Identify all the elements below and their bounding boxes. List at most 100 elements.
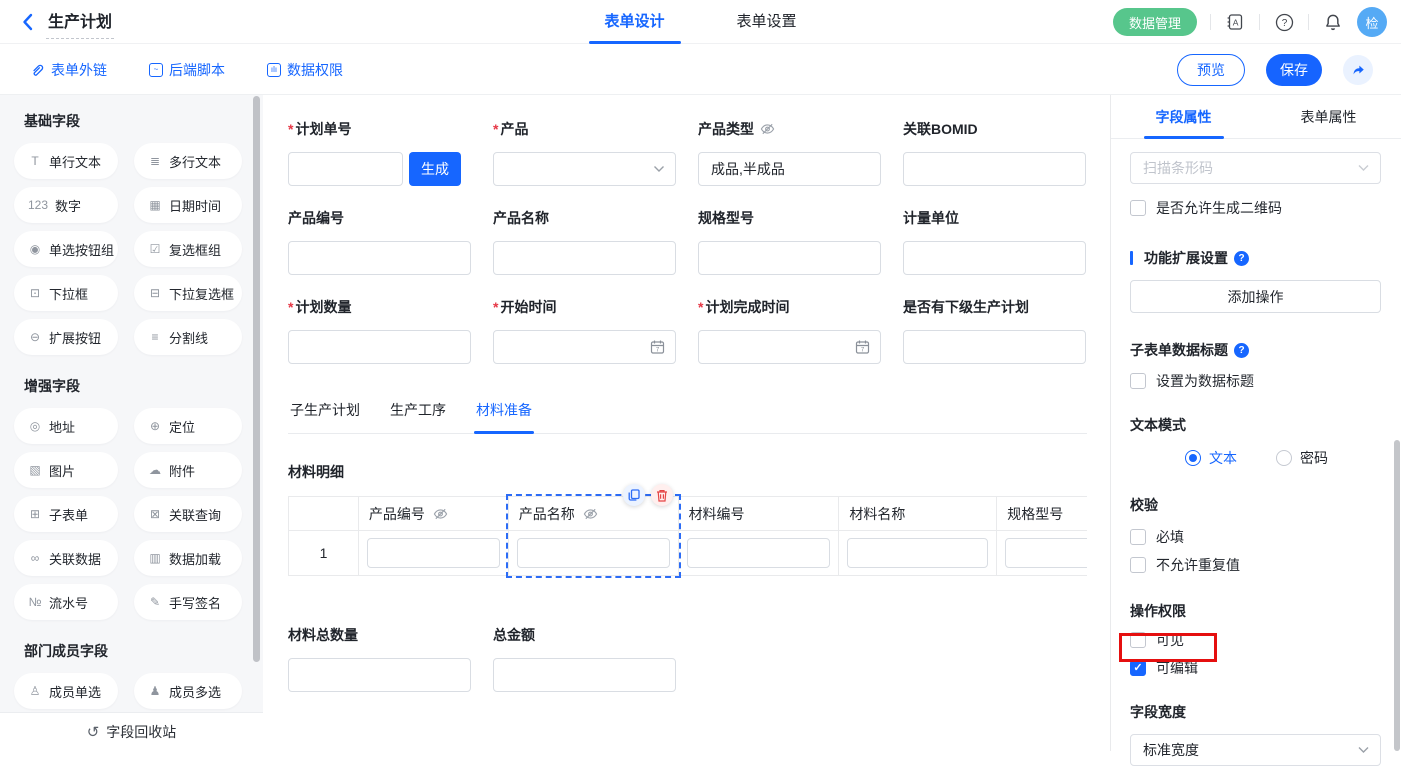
sidebar-item[interactable]: ⊞子表单 <box>14 496 118 532</box>
form-field[interactable]: 关联BOMID <box>903 121 1086 186</box>
tab-form-settings[interactable]: 表单设置 <box>731 0 803 44</box>
copy-column-button[interactable] <box>623 484 645 506</box>
form-field[interactable]: *计划完成时间7 <box>698 299 881 364</box>
tab-form-properties[interactable]: 表单属性 <box>1256 95 1401 138</box>
cell-input[interactable] <box>847 538 988 568</box>
form-field[interactable]: *开始时间7 <box>493 299 676 364</box>
cell-input[interactable] <box>1005 538 1087 568</box>
delete-column-button[interactable] <box>651 484 673 506</box>
form-field[interactable]: 材料总数量 <box>288 627 471 692</box>
cell-input[interactable] <box>687 538 831 568</box>
subform-column[interactable]: 产品编号 <box>358 497 508 575</box>
field-input[interactable] <box>903 241 1086 275</box>
sidebar-item[interactable]: ✎手写签名 <box>134 584 242 620</box>
field-input[interactable] <box>288 241 471 275</box>
user-avatar[interactable]: 检 <box>1357 7 1387 37</box>
visible-checkbox[interactable] <box>1130 632 1146 648</box>
form-field[interactable]: 计量单位 <box>903 210 1086 275</box>
sidebar-item[interactable]: ⊟下拉复选框 <box>134 275 242 311</box>
sidebar-item[interactable]: ♙成员单选 <box>14 673 118 709</box>
form-field[interactable]: 产品编号 <box>288 210 471 275</box>
back-button[interactable] <box>16 11 38 33</box>
help-circle-icon[interactable]: ? <box>1234 343 1249 358</box>
form-field[interactable]: *计划数量 <box>288 299 471 364</box>
qr-checkbox[interactable] <box>1130 200 1146 216</box>
sidebar-item[interactable]: ⊡下拉框 <box>14 275 118 311</box>
data-permission-link[interactable]: ılı 数据权限 <box>267 60 343 80</box>
subform-tab[interactable]: 生产工序 <box>388 396 448 433</box>
sidebar-item[interactable]: ⊠关联查询 <box>134 496 242 532</box>
field-input[interactable] <box>288 658 471 692</box>
add-action-button[interactable]: 添加操作 <box>1130 280 1381 313</box>
contacts-book-icon[interactable]: A <box>1224 11 1246 33</box>
sidebar-item[interactable]: ♟成员多选 <box>134 673 242 709</box>
sidebar-item[interactable]: ≣多行文本 <box>134 143 242 179</box>
required-checkbox[interactable] <box>1130 529 1146 545</box>
field-input[interactable] <box>903 330 1086 364</box>
save-button[interactable]: 保存 <box>1266 54 1322 86</box>
subform-column-selected[interactable]: 产品名称 <box>508 497 678 575</box>
field-input[interactable] <box>493 330 676 364</box>
sidebar-item[interactable]: ⊖扩展按钮 <box>14 319 118 355</box>
cell-input[interactable] <box>367 538 500 568</box>
field-input[interactable] <box>288 152 403 186</box>
subform-tab[interactable]: 子生产计划 <box>288 396 362 433</box>
sidebar-item[interactable]: ▥数据加载 <box>134 540 242 576</box>
sidebar-item[interactable]: 123数字 <box>14 187 118 223</box>
field-input[interactable] <box>493 241 676 275</box>
form-external-link[interactable]: 表单外链 <box>30 60 107 80</box>
field-width-select[interactable]: 标准宽度 <box>1130 734 1381 766</box>
field-select[interactable] <box>493 152 676 186</box>
form-field[interactable]: *产品 <box>493 121 676 186</box>
form-field[interactable]: 产品名称 <box>493 210 676 275</box>
sidebar-item[interactable]: ⊕定位 <box>134 408 242 444</box>
sidebar-item[interactable]: ▦日期时间 <box>134 187 242 223</box>
field-input[interactable] <box>698 330 881 364</box>
sidebar-scrollbar[interactable] <box>253 96 260 662</box>
sidebar-item[interactable]: ∞关联数据 <box>14 540 118 576</box>
preview-button[interactable]: 预览 <box>1177 54 1245 86</box>
share-button[interactable] <box>1343 55 1373 85</box>
form-field[interactable]: 总金额 <box>493 627 676 692</box>
generate-button[interactable]: 生成 <box>409 152 461 186</box>
tab-field-properties[interactable]: 字段属性 <box>1111 95 1256 138</box>
required-checkbox-row[interactable]: 必填 <box>1130 529 1381 545</box>
field-recycle-bin-button[interactable]: ↺ 字段回收站 <box>0 712 263 751</box>
sidebar-item[interactable]: ≡分割线 <box>134 319 242 355</box>
sidebar-item[interactable]: T单行文本 <box>14 143 118 179</box>
editable-checkbox[interactable]: ✓ <box>1130 660 1146 676</box>
text-mode-radio[interactable]: 文本 <box>1185 448 1237 468</box>
field-input[interactable]: 成品,半成品 <box>698 152 881 186</box>
panel-scrollbar[interactable] <box>1394 440 1400 751</box>
sidebar-item[interactable]: ☑复选框组 <box>134 231 242 267</box>
subform-tab[interactable]: 材料准备 <box>474 396 534 433</box>
help-icon[interactable]: ? <box>1273 11 1295 33</box>
barcode-select[interactable]: 扫描条形码 <box>1130 152 1381 184</box>
form-field[interactable]: *计划单号生成 <box>288 121 471 186</box>
text-mode-radio[interactable]: 密码 <box>1276 448 1328 468</box>
no-duplicate-checkbox-row[interactable]: 不允许重复值 <box>1130 557 1381 573</box>
cell-input[interactable] <box>517 538 670 568</box>
visible-checkbox-row[interactable]: 可见 <box>1130 632 1381 648</box>
backend-script-link[interactable]: ~ 后端脚本 <box>149 60 225 80</box>
form-field[interactable]: 规格型号 <box>698 210 881 275</box>
field-input[interactable] <box>493 658 676 692</box>
help-circle-icon[interactable]: ? <box>1234 251 1249 266</box>
subform-column[interactable]: 材料名称 <box>838 497 996 575</box>
sidebar-item[interactable]: ◎地址 <box>14 408 118 444</box>
data-title-checkbox[interactable] <box>1130 373 1146 389</box>
tab-form-design[interactable]: 表单设计 <box>598 0 670 44</box>
sidebar-item[interactable]: ▧图片 <box>14 452 118 488</box>
sidebar-item[interactable]: ◉单选按钮组 <box>14 231 118 267</box>
field-input[interactable] <box>903 152 1086 186</box>
data-title-checkbox-row[interactable]: 设置为数据标题 <box>1130 373 1381 389</box>
field-input[interactable] <box>288 330 471 364</box>
editable-checkbox-row[interactable]: ✓ 可编辑 <box>1130 660 1381 676</box>
subform-column[interactable]: 规格型号 <box>996 497 1087 575</box>
sidebar-item[interactable]: ☁附件 <box>134 452 242 488</box>
subform-column[interactable]: 材料编号 <box>678 497 839 575</box>
sidebar-item[interactable]: №流水号 <box>14 584 118 620</box>
form-field[interactable]: 产品类型成品,半成品 <box>698 121 881 186</box>
data-manage-button[interactable]: 数据管理 <box>1113 8 1197 36</box>
qr-checkbox-row[interactable]: 是否允许生成二维码 <box>1130 200 1381 216</box>
